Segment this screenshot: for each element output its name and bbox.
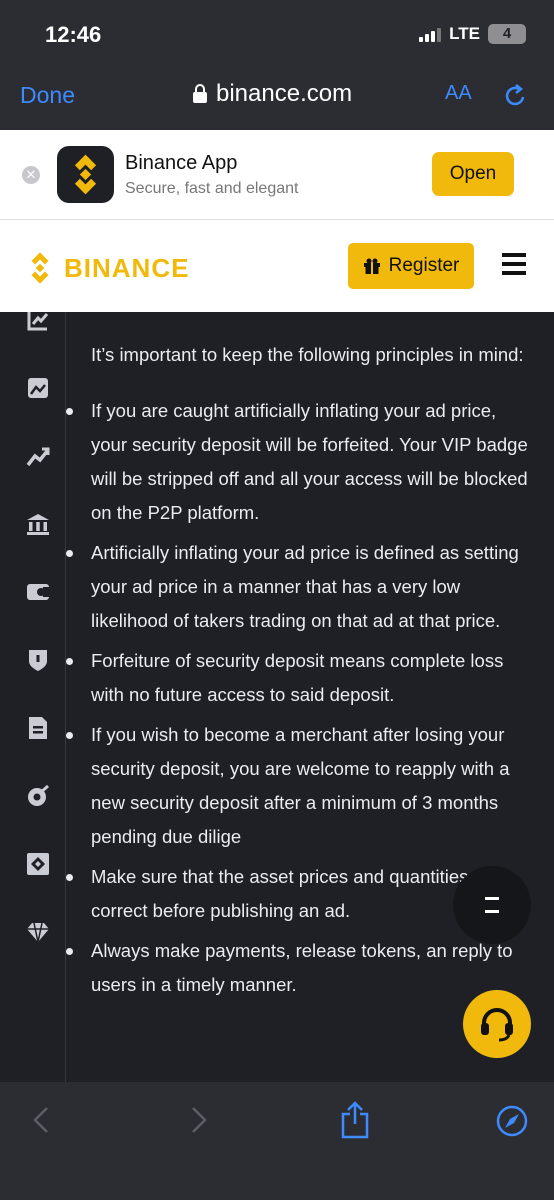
card-icon[interactable]: [26, 580, 50, 604]
lock-icon: [193, 84, 207, 103]
browser-nav-bar: Done binance.com AA: [0, 70, 554, 130]
signal-icon: [419, 26, 442, 42]
text-size-button[interactable]: AA: [445, 82, 472, 105]
list-item: Artificially inflating your ad price is …: [66, 536, 531, 638]
headset-icon: [481, 1008, 513, 1042]
grid-icon[interactable]: [26, 852, 50, 876]
diamond-icon[interactable]: [26, 920, 50, 944]
register-label: Register: [388, 255, 460, 276]
target-icon[interactable]: [26, 784, 50, 808]
close-icon[interactable]: ✕: [22, 166, 40, 184]
hamburger-menu-icon[interactable]: [502, 253, 526, 279]
brand-name: BINANCE: [64, 252, 190, 283]
status-time: 12:46: [45, 22, 102, 47]
floating-menu-button[interactable]: [453, 866, 531, 944]
share-icon[interactable]: [340, 1100, 370, 1140]
list-item: If you wish to become a merchant after l…: [66, 718, 531, 854]
banner-subtitle: Secure, fast and elegant: [125, 180, 299, 197]
status-bar: 12:46 LTE 4: [0, 0, 554, 70]
article-intro: It’s important to keep the following pri…: [91, 344, 524, 365]
support-button[interactable]: [463, 990, 531, 1058]
site-header: BINANCE Register: [0, 220, 554, 312]
shield-icon[interactable]: [26, 648, 50, 672]
gift-icon: [363, 258, 380, 274]
trend-icon[interactable]: [26, 444, 50, 468]
browser-toolbar: [0, 1082, 554, 1200]
chart-icon[interactable]: [26, 312, 50, 332]
list-item: If you are caught artificially inflating…: [66, 394, 531, 530]
banner-title: Binance App: [125, 152, 238, 174]
sidebar: [0, 312, 66, 1082]
back-icon[interactable]: [30, 1104, 52, 1136]
image-icon[interactable]: [26, 376, 50, 400]
bank-icon[interactable]: [26, 512, 50, 536]
register-button[interactable]: Register: [348, 243, 474, 289]
compass-icon[interactable]: [495, 1104, 529, 1138]
battery-icon: 4: [488, 24, 526, 44]
forward-icon[interactable]: [188, 1104, 210, 1136]
binance-logo[interactable]: BINANCE: [22, 250, 189, 286]
url-bar[interactable]: binance.com: [192, 80, 352, 108]
binance-logo-icon: [31, 252, 49, 284]
binance-app-logo: [57, 146, 114, 203]
status-indicators: LTE 4: [419, 24, 526, 44]
url-text: binance.com: [216, 80, 353, 107]
done-button[interactable]: Done: [20, 82, 75, 109]
open-app-button[interactable]: Open: [432, 152, 514, 196]
reload-icon[interactable]: [502, 82, 528, 110]
main-content: It’s important to keep the following pri…: [0, 312, 554, 1082]
app-banner: ✕ Binance App Secure, fast and elegant O…: [0, 130, 554, 220]
document-icon[interactable]: [26, 716, 50, 740]
network-label: LTE: [449, 24, 480, 43]
list-item: Forfeiture of security deposit means com…: [66, 644, 531, 712]
